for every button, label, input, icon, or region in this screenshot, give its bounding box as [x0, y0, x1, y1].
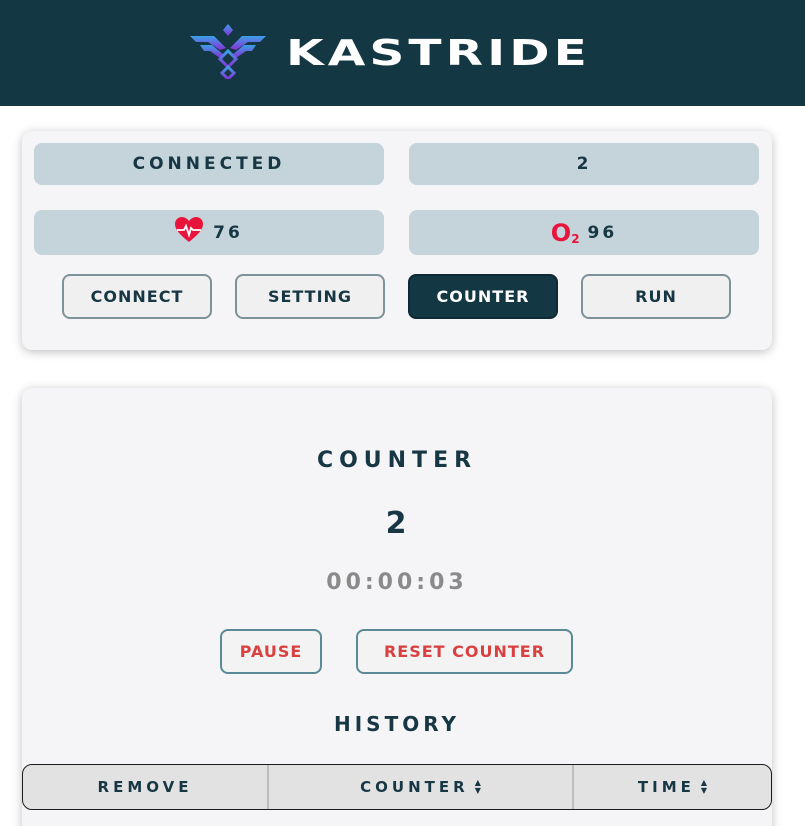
oxygen-status: O2 96: [409, 210, 759, 255]
connection-status: CONNECTED: [34, 143, 384, 185]
counter-button[interactable]: COUNTER: [408, 274, 558, 319]
heart-rate-value: 76: [213, 222, 243, 243]
kastride-wing-logo-icon: [189, 23, 266, 83]
oxygen-icon: O2: [550, 218, 580, 247]
heart-rate-status: 76: [34, 210, 384, 255]
elapsed-timer: 00:00:03: [326, 570, 468, 595]
pause-button[interactable]: PAUSE: [220, 629, 322, 674]
counter-title: COUNTER: [316, 448, 478, 473]
setting-button[interactable]: SETTING: [235, 274, 385, 319]
column-header-time[interactable]: TIME ▲ ▼: [572, 765, 771, 809]
sort-up-down-icon[interactable]: ▲ ▼: [701, 779, 707, 795]
oxygen-value: 96: [587, 222, 618, 243]
run-button[interactable]: RUN: [581, 274, 731, 319]
history-table-header: REMOVE COUNTER ▲ ▼ TIME ▲ ▼: [22, 764, 772, 810]
heart-pulse-icon: [175, 217, 204, 248]
column-header-remove: REMOVE: [97, 778, 193, 796]
reset-counter-button[interactable]: RESET COUNTER: [356, 629, 573, 674]
brand: KASTRIDE: [189, 23, 604, 83]
brand-name: KASTRIDE: [285, 32, 591, 74]
column-header-counter[interactable]: COUNTER ▲ ▼: [267, 765, 572, 809]
counter-card: COUNTER 2 00:00:03 PAUSE RESET COUNTER H…: [22, 388, 772, 826]
count-status: 2: [409, 143, 759, 185]
counter-value: 2: [385, 506, 409, 541]
sort-up-down-icon[interactable]: ▲ ▼: [475, 779, 481, 795]
status-card: CONNECTED 2 76 O2 96 CONNECT SETTING COU…: [22, 131, 772, 350]
history-title: HISTORY: [333, 712, 461, 736]
app-header: KASTRIDE: [0, 0, 805, 106]
connect-button[interactable]: CONNECT: [62, 274, 212, 319]
